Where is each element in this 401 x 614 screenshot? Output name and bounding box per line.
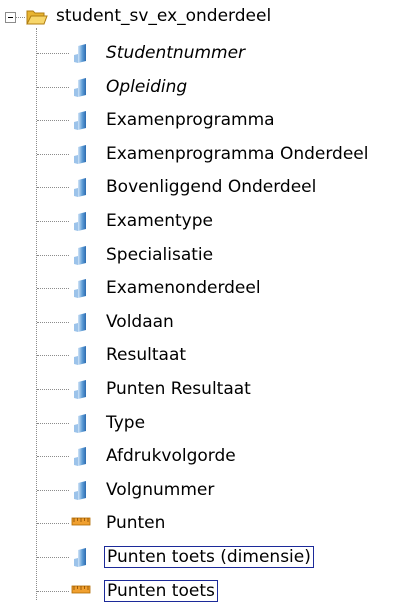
measure-icon (71, 585, 91, 594)
tree-root-node[interactable]: student_sv_ex_onderdeel (0, 0, 401, 34)
attribute-icon (74, 414, 86, 433)
measure-icon (71, 517, 91, 526)
tree-item-label: Resultaat (106, 345, 187, 365)
item-connector (37, 523, 69, 524)
attribute-icon (74, 78, 86, 97)
tree-item[interactable]: Punten Resultaat (0, 372, 401, 406)
item-connector (37, 557, 69, 558)
tree-item[interactable]: Bovenliggend Onderdeel (0, 170, 401, 204)
item-connector (37, 389, 69, 390)
item-connector (37, 423, 69, 424)
tree-item-label: Punten Resultaat (106, 379, 251, 399)
tree-item-label: Opleiding (106, 77, 188, 97)
tree-item[interactable]: Punten toets (dimensie) (0, 540, 401, 574)
attribute-icon (74, 111, 86, 130)
tree-item-label: Examenprogramma (106, 110, 275, 130)
attribute-icon (74, 380, 86, 399)
tree-item-label: Examenonderdeel (106, 278, 261, 298)
tree-item[interactable]: Studentnummer (0, 36, 401, 70)
minus-icon (8, 17, 13, 18)
root-connector (15, 17, 25, 18)
attribute-icon (74, 481, 86, 500)
attribute-icon (74, 548, 86, 567)
tree-item-label: Voldaan (106, 312, 174, 332)
tree-item-label: Volgnummer (106, 480, 215, 500)
item-connector (37, 221, 69, 222)
open-folder-icon (26, 10, 48, 25)
tree-item[interactable]: Type (0, 406, 401, 440)
item-connector (37, 322, 69, 323)
attribute-icon (74, 44, 86, 63)
tree-item[interactable]: Examentype (0, 204, 401, 238)
tree-item[interactable]: Specialisatie (0, 238, 401, 272)
item-connector (37, 87, 69, 88)
tree-item[interactable]: Voldaan (0, 305, 401, 339)
attribute-icon (74, 178, 86, 197)
tree-item[interactable]: Afdrukvolgorde (0, 439, 401, 473)
tree-item-label: Punten toets (dimensie) (104, 546, 314, 568)
attribute-icon (74, 346, 86, 365)
item-connector (37, 355, 69, 356)
item-connector (37, 53, 69, 54)
item-connector (37, 591, 69, 592)
tree-item-label: Bovenliggend Onderdeel (106, 177, 317, 197)
attribute-icon (74, 313, 86, 332)
item-connector (37, 456, 69, 457)
tree-item-label: Examentype (106, 211, 213, 231)
item-connector (37, 255, 69, 256)
tree-item[interactable]: Punten toets (0, 574, 401, 608)
attribute-icon (74, 447, 86, 466)
item-connector (37, 187, 69, 188)
tree-item[interactable]: Examenonderdeel (0, 271, 401, 305)
tree-item-label: Specialisatie (106, 245, 214, 265)
tree-root-label: student_sv_ex_onderdeel (56, 6, 272, 26)
item-connector (37, 288, 69, 289)
attribute-icon (74, 279, 86, 298)
tree-item-label: Examenprogramma Onderdeel (106, 144, 369, 164)
attribute-icon (74, 246, 86, 265)
tree-item-label: Punten toets (104, 580, 218, 602)
tree-item[interactable]: Resultaat (0, 338, 401, 372)
tree-item[interactable]: Examenprogramma Onderdeel (0, 137, 401, 171)
tree-item-label: Afdrukvolgorde (106, 446, 236, 466)
tree-item-label: Type (106, 413, 146, 433)
tree-item-label: Studentnummer (106, 43, 246, 63)
tree-view: student_sv_ex_onderdeel Studentnummer Opl… (0, 0, 401, 614)
attribute-icon (74, 212, 86, 231)
attribute-icon (74, 145, 86, 164)
tree-item[interactable]: Punten (0, 506, 401, 540)
tree-item[interactable]: Opleiding (0, 70, 401, 104)
item-connector (37, 490, 69, 491)
tree-item[interactable]: Examenprogramma (0, 103, 401, 137)
tree-item[interactable]: Volgnummer (0, 473, 401, 507)
item-connector (37, 120, 69, 121)
item-connector (37, 154, 69, 155)
tree-item-label: Punten (106, 513, 166, 533)
